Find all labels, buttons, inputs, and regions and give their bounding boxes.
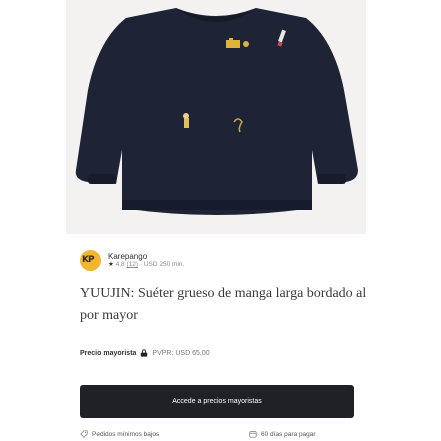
product-page: KP Karepango ★ 4,8 (12) · USD 250 min. Y… xyxy=(0,0,441,441)
brand-row[interactable]: KP Karepango ★ 4,8 (12) · USD 250 min. xyxy=(80,249,184,271)
payment-terms-info: 60 días para pagar xyxy=(249,430,316,438)
brand-minimum: USD 250 min. xyxy=(143,260,185,268)
brand-logo-mark: KP xyxy=(82,254,95,265)
payment-terms-label: 60 días para pagar xyxy=(261,430,316,438)
low-minimums-label: Pedidos mínimos bajos xyxy=(92,430,160,438)
brand-info: Karepango ★ 4,8 (12) · USD 250 min. xyxy=(108,252,184,269)
tag-icon xyxy=(80,430,88,438)
wholesale-access-button[interactable]: Accede a precios mayoristas xyxy=(80,385,354,418)
calendar-icon xyxy=(249,431,257,438)
lock-icon xyxy=(141,349,148,357)
brand-name[interactable]: Karepango xyxy=(108,252,184,261)
sweater-illustration xyxy=(75,8,358,215)
brand-logo[interactable]: KP xyxy=(80,249,101,271)
brand-reviews[interactable]: (12) xyxy=(127,261,139,268)
product-title: YUUJIN: Suéter grueso de manga larga bor… xyxy=(80,286,367,323)
star-icon: ★ xyxy=(108,260,114,268)
wholesale-row: Precio mayorista PVPR: USD 65,00 xyxy=(80,349,210,357)
wholesale-label: Precio mayorista xyxy=(80,349,137,357)
low-minimums-info: Pedidos mínimos bajos xyxy=(80,430,159,438)
brand-rating: 4,8 xyxy=(115,260,125,268)
product-image[interactable] xyxy=(66,0,366,234)
pvpr-price: PVPR: USD 65,00 xyxy=(152,349,210,357)
brand-meta: ★ 4,8 (12) · USD 250 min. xyxy=(108,261,184,268)
